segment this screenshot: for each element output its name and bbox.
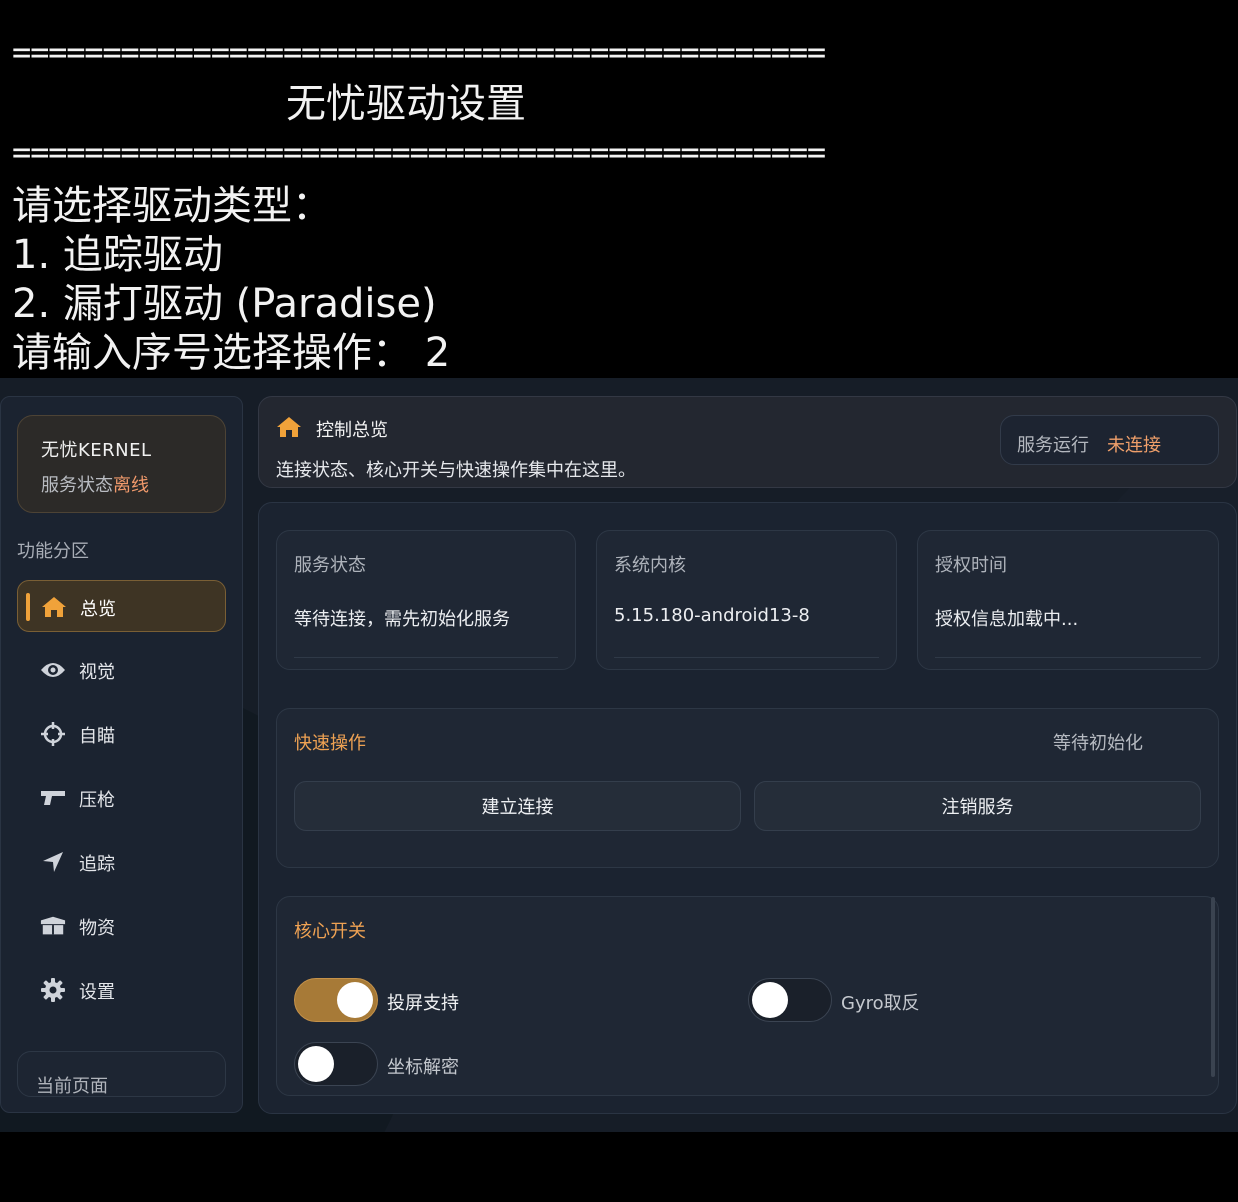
eye-icon (40, 657, 66, 683)
quick-actions-status: 等待初始化 (1053, 733, 1143, 754)
core-switches-card: 核心开关 投屏支持 Gyro取反 坐标解密 (276, 896, 1219, 1096)
stat-label: 服务状态 (294, 555, 366, 576)
toggle-knob (752, 982, 788, 1018)
bottom-bar (0, 1132, 1238, 1202)
quick-actions-card: 快速操作 等待初始化 建立连接 注销服务 (276, 708, 1219, 868)
sidebar-item-settings[interactable]: 设置 (17, 964, 226, 1016)
current-page-card: 当前页面 (17, 1051, 226, 1097)
brand-status: 服务状态离线 (41, 471, 149, 497)
terminal-title: 无忧驱动设置 (286, 81, 526, 127)
screencast-toggle[interactable] (294, 978, 378, 1022)
terminal-separator-bottom: ========================================… (12, 133, 826, 171)
sidebar-item-label: 设置 (79, 982, 115, 1003)
toggle-knob (337, 982, 373, 1018)
gun-icon (40, 785, 66, 811)
sidebar-item-recoil[interactable]: 压枪 (17, 772, 226, 824)
terminal-input-prompt[interactable]: 请输入序号选择操作： 2 (12, 329, 450, 377)
page-subtitle: 连接状态、核心开关与快速操作集中在这里。 (276, 460, 636, 481)
divider (614, 657, 879, 658)
terminal-prompt: 请选择驱动类型： (12, 183, 332, 229)
terminal-output: ========================================… (0, 0, 1238, 378)
sidebar-item-overview[interactable]: 总览 (17, 580, 226, 632)
main-content: 服务状态 等待连接，需先初始化服务 系统内核 5.15.180-android1… (258, 502, 1237, 1114)
brand-card: 无忧KERNEL 服务状态离线 (17, 415, 226, 513)
stat-card-kernel: 系统内核 5.15.180-android13-8 (596, 530, 897, 670)
sidebar-item-label: 视觉 (79, 662, 115, 683)
core-switches-title: 核心开关 (294, 921, 366, 942)
terminal-option-1: 1. 追踪驱动 (12, 232, 223, 278)
screencast-toggle-label: 投屏支持 (387, 993, 459, 1014)
sidebar-section-label: 功能分区 (17, 541, 89, 562)
logout-service-button[interactable]: 注销服务 (754, 781, 1201, 831)
sidebar-item-aimbot[interactable]: 自瞄 (17, 708, 226, 760)
service-status-value: 未连接 (1107, 435, 1161, 456)
gyro-invert-toggle-label: Gyro取反 (841, 993, 920, 1014)
app-window: 无忧KERNEL 服务状态离线 功能分区 总览 视觉 自瞄 压枪 追踪 物资 设… (0, 378, 1238, 1132)
brand-name: 无忧KERNEL (41, 440, 152, 461)
crosshair-icon (40, 721, 66, 747)
stat-card-license: 授权时间 授权信息加载中... (917, 530, 1219, 670)
stat-card-service: 服务状态 等待连接，需先初始化服务 (276, 530, 576, 670)
stat-value: 5.15.180-android13-8 (614, 605, 810, 626)
service-status-label: 服务运行 (1017, 435, 1089, 456)
toggle-knob (298, 1046, 334, 1082)
coordinate-decrypt-toggle[interactable] (294, 1042, 378, 1086)
divider (935, 657, 1201, 658)
current-page-label: 当前页面 (36, 1076, 108, 1097)
terminal-option-2: 2. 漏打驱动 (Paradise) (12, 281, 437, 327)
page-title: 控制总览 (316, 420, 388, 441)
service-status-pill: 服务运行 未连接 (1000, 415, 1219, 465)
stat-label: 系统内核 (614, 555, 686, 576)
sidebar-item-visual[interactable]: 视觉 (17, 644, 226, 696)
location-arrow-icon (40, 849, 66, 875)
gear-icon (40, 977, 66, 1003)
divider (294, 657, 558, 658)
terminal-separator-top: ========================================… (12, 33, 826, 71)
connect-button[interactable]: 建立连接 (294, 781, 741, 831)
sidebar-item-supplies[interactable]: 物资 (17, 900, 226, 952)
content-scrollbar[interactable] (1211, 897, 1215, 1077)
brand-status-value: 离线 (113, 475, 149, 496)
quick-actions-title: 快速操作 (294, 733, 366, 754)
gyro-invert-toggle[interactable] (748, 978, 832, 1022)
sidebar: 无忧KERNEL 服务状态离线 功能分区 总览 视觉 自瞄 压枪 追踪 物资 设… (0, 396, 243, 1113)
stat-label: 授权时间 (935, 555, 1007, 576)
sidebar-item-label: 自瞄 (79, 726, 115, 747)
brand-status-label: 服务状态 (41, 475, 113, 496)
page-header: 控制总览 连接状态、核心开关与快速操作集中在这里。 服务运行 未连接 (258, 396, 1237, 488)
sidebar-item-tracking[interactable]: 追踪 (17, 836, 226, 888)
box-icon (40, 913, 66, 939)
home-icon (275, 415, 303, 443)
sidebar-item-label: 总览 (80, 599, 116, 620)
stat-value: 授权信息加载中... (935, 609, 1079, 630)
sidebar-item-label: 物资 (79, 918, 115, 939)
sidebar-item-label: 压枪 (79, 790, 115, 811)
home-icon (41, 594, 67, 620)
sidebar-item-label: 追踪 (79, 854, 115, 875)
coordinate-decrypt-toggle-label: 坐标解密 (387, 1057, 459, 1078)
stat-value: 等待连接，需先初始化服务 (294, 609, 510, 630)
